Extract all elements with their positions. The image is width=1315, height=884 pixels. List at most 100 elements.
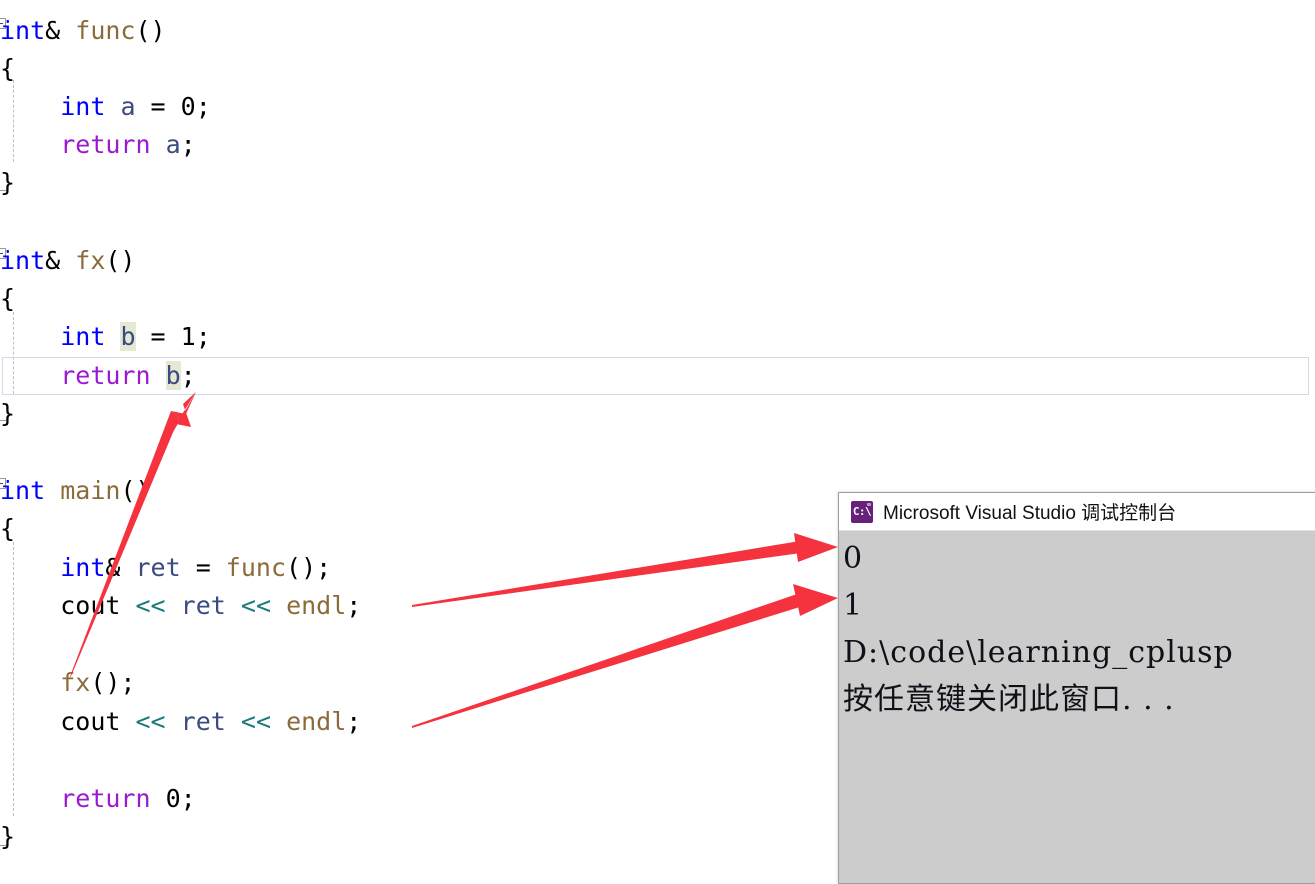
token-punct: (); — [286, 553, 332, 582]
token-keyword: int — [0, 476, 46, 505]
token-punct: () — [105, 246, 136, 275]
code-line-2[interactable]: { — [0, 50, 15, 88]
token-stream-operator: << — [240, 591, 271, 620]
token-semicolon: ; — [346, 707, 362, 736]
token-keyword-return: return — [60, 784, 151, 813]
token-semicolon: ; — [195, 322, 211, 351]
token-semicolon: ; — [195, 92, 211, 121]
console-output-line: 0 — [843, 541, 864, 576]
token-stream-cout: cout — [60, 707, 121, 736]
code-line-10[interactable]: return b; — [0, 357, 196, 395]
token-stream-cout: cout — [60, 591, 121, 620]
console-output-line: D:\code\learning_cplusp — [843, 635, 1234, 670]
console-output-line: 1 — [843, 588, 864, 623]
code-line-11[interactable]: } — [0, 395, 15, 433]
debug-console-window[interactable]: C:\ Microsoft Visual Studio 调试控制台 0 1 D:… — [838, 492, 1315, 884]
token-brace-close: } — [0, 822, 16, 851]
token-stream-operator: << — [135, 591, 166, 620]
code-line-8[interactable]: { — [0, 280, 15, 318]
token-function-name: fx — [75, 246, 106, 275]
console-icon-glyph: C:\ — [852, 505, 872, 518]
token-stream-operator: << — [240, 707, 271, 736]
console-title: Microsoft Visual Studio 调试控制台 — [883, 503, 1177, 524]
token-keyword-return: return — [60, 361, 151, 390]
token-function-name: fx — [60, 668, 91, 697]
token-brace-open: { — [0, 284, 16, 313]
console-output-line: 按任意键关闭此窗口. . . — [843, 682, 1175, 717]
token-punct: () — [120, 476, 151, 505]
token-punct: () — [135, 16, 166, 45]
token-keyword: int — [60, 322, 106, 351]
token-function-name: main — [60, 476, 121, 505]
code-line-21[interactable]: return 0; — [0, 780, 196, 818]
token-variable-a: a — [165, 130, 181, 159]
token-punct: (); — [90, 668, 136, 697]
token-literal-1: 1 — [180, 322, 196, 351]
token-semicolon: ; — [180, 361, 196, 390]
code-line-4[interactable]: return a; — [0, 126, 196, 164]
code-line-9[interactable]: int b = 1; — [0, 318, 211, 356]
code-line-15[interactable]: int& ret = func(); — [0, 549, 331, 587]
code-line-19[interactable]: cout << ret << endl; — [0, 703, 361, 741]
token-keyword: int — [60, 553, 106, 582]
token-variable-b: b — [120, 322, 136, 351]
code-line-5[interactable]: } — [0, 164, 15, 202]
token-stream-operator: << — [135, 707, 166, 736]
token-variable-ret: ret — [180, 707, 226, 736]
code-line-22[interactable]: } — [0, 818, 15, 856]
token-assign: = — [180, 553, 226, 582]
code-line-16[interactable]: cout << ret << endl; — [0, 587, 361, 625]
code-line-7[interactable]: int& fx() — [0, 242, 135, 280]
token-literal-0: 0 — [180, 92, 196, 121]
code-line-3[interactable]: int a = 0; — [0, 88, 211, 126]
token-semicolon: ; — [346, 591, 362, 620]
token-variable-a: a — [120, 92, 136, 121]
token-stream-endl: endl — [286, 591, 347, 620]
token-assign: = — [135, 322, 181, 351]
token-function-name: func — [225, 553, 287, 582]
code-line-13[interactable]: int main() — [0, 472, 151, 510]
code-line-18[interactable]: fx(); — [0, 664, 135, 702]
token-variable-ret: ret — [135, 553, 181, 582]
current-line-highlight — [2, 357, 1309, 395]
token-brace-open: { — [0, 514, 16, 543]
code-line-14[interactable]: { — [0, 510, 15, 548]
token-semicolon: ; — [180, 784, 196, 813]
token-brace-open: { — [0, 54, 16, 83]
token-punct: & — [45, 16, 76, 45]
token-variable-b: b — [165, 361, 181, 390]
token-keyword-return: return — [60, 130, 151, 159]
token-variable-ret: ret — [180, 591, 226, 620]
token-semicolon: ; — [180, 130, 196, 159]
console-output-area[interactable]: 0 1 D:\code\learning_cplusp 按任意键关闭此窗口. .… — [839, 531, 1315, 883]
token-brace-close: } — [0, 168, 16, 197]
token-stream-endl: endl — [286, 707, 347, 736]
token-punct: & — [45, 246, 76, 275]
code-line-1[interactable]: int& func() — [0, 12, 166, 50]
token-keyword: int — [0, 16, 46, 45]
token-brace-close: } — [0, 399, 16, 428]
token-keyword: int — [60, 92, 106, 121]
console-titlebar[interactable]: C:\ Microsoft Visual Studio 调试控制台 — [839, 493, 1315, 531]
token-punct: & — [105, 553, 136, 582]
console-window-icon: C:\ — [851, 500, 873, 523]
